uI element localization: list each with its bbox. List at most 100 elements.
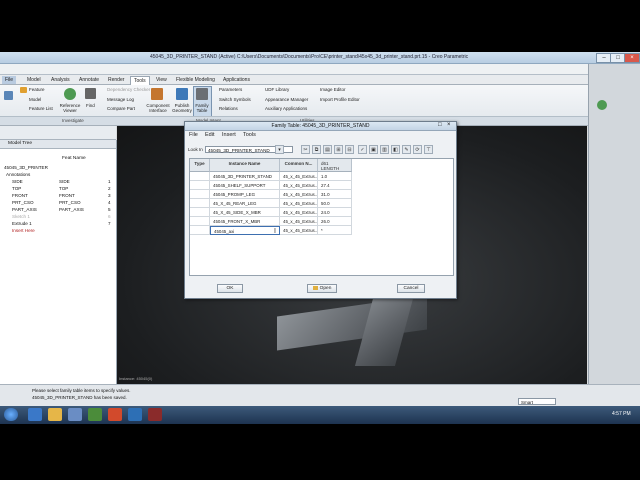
common-name-cell[interactable]: 45_x_45_Extrus...	[280, 181, 318, 190]
edit-icon[interactable]: ✎	[402, 145, 411, 154]
value-cell[interactable]: 50.0	[318, 199, 352, 208]
media-icon[interactable]	[68, 408, 82, 421]
look-in-browse-icon[interactable]: ▾	[275, 145, 284, 154]
image-editor-button[interactable]: Image Editor	[320, 87, 346, 92]
preview-icon[interactable]: ◧	[391, 145, 400, 154]
component-interface-button[interactable]: Component Interface	[146, 103, 170, 113]
tree-row[interactable]: FRONT FRONT 3	[0, 192, 116, 199]
add-row-icon[interactable]: ⊟	[345, 145, 354, 154]
feature-button[interactable]: Feature	[29, 87, 45, 92]
import-profile-editor-button[interactable]: Import Profile Editor	[320, 97, 360, 102]
add-column-icon[interactable]: ⊞	[334, 145, 343, 154]
relations-button[interactable]: Relations	[219, 106, 238, 111]
type-cell[interactable]	[190, 181, 210, 190]
instance-name-cell[interactable]: 45045_3D_PRINTER_STAND	[210, 172, 280, 181]
common-name-cell[interactable]: 45_x_45_Extrus...	[280, 199, 318, 208]
compare-part-button[interactable]: Compare Part	[107, 106, 135, 111]
tree-row[interactable]: Annotations	[0, 171, 116, 178]
tree-row[interactable]: SIDE SIDE 1	[0, 178, 116, 185]
common-name-cell[interactable]: 45_x_45_Extrus...	[280, 217, 318, 226]
creo-icon[interactable]	[128, 408, 142, 421]
feature-list-button[interactable]: Feature List	[29, 106, 53, 111]
dependency-checker-button[interactable]: Dependency Checker	[107, 87, 150, 92]
family-table-button[interactable]: Family Table	[194, 103, 210, 113]
type-cell[interactable]	[190, 172, 210, 181]
tab-view[interactable]: View	[153, 76, 170, 84]
group-investigate[interactable]: Investigate	[62, 118, 84, 123]
lock-icon[interactable]: ▣	[369, 145, 378, 154]
explorer-icon[interactable]	[48, 408, 62, 421]
menu-edit[interactable]: Edit	[205, 132, 214, 138]
close-button[interactable]: ×	[624, 53, 640, 63]
tab-file[interactable]: File	[2, 76, 17, 84]
ok-button[interactable]: OK	[217, 284, 243, 293]
verify-icon[interactable]: ✓	[358, 145, 367, 154]
tab-annotate[interactable]: Annotate	[76, 76, 102, 84]
value-cell[interactable]: 31.0	[318, 190, 352, 199]
menu-file[interactable]: File	[189, 132, 198, 138]
type-cell[interactable]	[190, 208, 210, 217]
tree-icon[interactable]: ⊤	[424, 145, 433, 154]
tab-applications[interactable]: Applications	[220, 76, 253, 84]
cut-icon[interactable]: ✂	[301, 145, 310, 154]
parameters-button[interactable]: Parameters	[219, 87, 242, 92]
dialog-close-icon[interactable]: ×	[447, 122, 451, 128]
copy-icon[interactable]: ⧉	[312, 145, 321, 154]
tab-flexible-modeling[interactable]: Flexible Modeling	[173, 76, 218, 84]
common-name-cell[interactable]: 45_x_45_Extrus...	[280, 190, 318, 199]
value-cell[interactable]: 24.0	[318, 208, 352, 217]
instance-name-cell[interactable]: 45045_PROMP_LEG	[210, 190, 280, 199]
tree-row[interactable]: Insert Here	[0, 227, 116, 234]
reference-viewer-button[interactable]: Reference Viewer	[58, 103, 82, 113]
common-name-cell[interactable]: 45_x_45_Extrus...	[280, 172, 318, 181]
type-cell[interactable]	[190, 190, 210, 199]
pattern-icon[interactable]: ⟳	[413, 145, 422, 154]
menu-insert[interactable]: Insert	[222, 132, 236, 138]
app-icon[interactable]	[88, 408, 102, 421]
switch-symbols-button[interactable]: Switch Symbols	[219, 97, 251, 102]
type-cell[interactable]	[190, 199, 210, 208]
tree-row[interactable]: 45045_3D_PRINTER	[0, 164, 116, 171]
recorder-icon[interactable]	[148, 408, 162, 421]
type-cell[interactable]	[190, 226, 210, 235]
model-player-icon	[4, 91, 13, 100]
common-name-cell[interactable]: 45_x_45_Extrus...	[280, 208, 318, 217]
tab-model[interactable]: Model	[24, 76, 44, 84]
value-cell[interactable]: *	[318, 226, 352, 235]
tab-analysis[interactable]: Analysis	[48, 76, 73, 84]
open-button[interactable]: Open	[307, 284, 337, 293]
tree-row[interactable]: PART_AXIS PART_AXIS 5	[0, 206, 116, 213]
instance-name-cell[interactable]: 45_X_45_REAR_LEG	[210, 199, 280, 208]
tree-row[interactable]: TOP TOP 2	[0, 185, 116, 192]
menu-tools[interactable]: Tools	[243, 132, 256, 138]
tree-row[interactable]: Extrude 17	[0, 220, 116, 227]
tab-render[interactable]: Render	[105, 76, 127, 84]
value-cell[interactable]: 27.4	[318, 181, 352, 190]
auxiliary-applications-button[interactable]: Auxiliary Applications	[265, 106, 307, 111]
dialog-maximize-icon[interactable]: □	[438, 122, 442, 128]
start-icon[interactable]	[4, 408, 18, 421]
find-button[interactable]: Find	[86, 103, 95, 108]
cancel-button[interactable]: Cancel	[397, 284, 425, 293]
ie-icon[interactable]	[28, 408, 42, 421]
instance-name-cell[interactable]: 45_X_45_SIDE_X_MBR	[210, 208, 280, 217]
appearance-manager-button[interactable]: Appearance Manager	[265, 97, 308, 102]
tree-row[interactable]: Sketch 16	[0, 213, 116, 220]
paste-icon[interactable]: ▤	[323, 145, 332, 154]
type-cell[interactable]	[190, 217, 210, 226]
instance-name-cell[interactable]: 45045_FRONT_X_MBR	[210, 217, 280, 226]
tree-row[interactable]: PRT_CSO PRT_CSO 4	[0, 199, 116, 206]
filter-dropdown[interactable]: Smart	[518, 398, 556, 405]
publish-geometry-button[interactable]: Publish Geometry	[172, 103, 192, 113]
instance-name-edit-cell[interactable]: 45045_axi	[210, 226, 280, 235]
value-cell[interactable]: 26.0	[318, 217, 352, 226]
instance-name-cell[interactable]: 45045_SHELF_SUPPORT	[210, 181, 280, 190]
filter-icon[interactable]: ▥	[380, 145, 389, 154]
common-name-cell[interactable]: 45_x_45_Extrus...	[280, 226, 318, 235]
chrome-icon[interactable]	[108, 408, 122, 421]
message-log-button[interactable]: Message Log	[107, 97, 134, 102]
value-cell[interactable]: 1.0	[318, 172, 352, 181]
tab-tools[interactable]: Tools	[130, 76, 150, 85]
udf-library-button[interactable]: UDF Library	[265, 87, 289, 92]
model-button[interactable]: Model	[29, 97, 41, 102]
